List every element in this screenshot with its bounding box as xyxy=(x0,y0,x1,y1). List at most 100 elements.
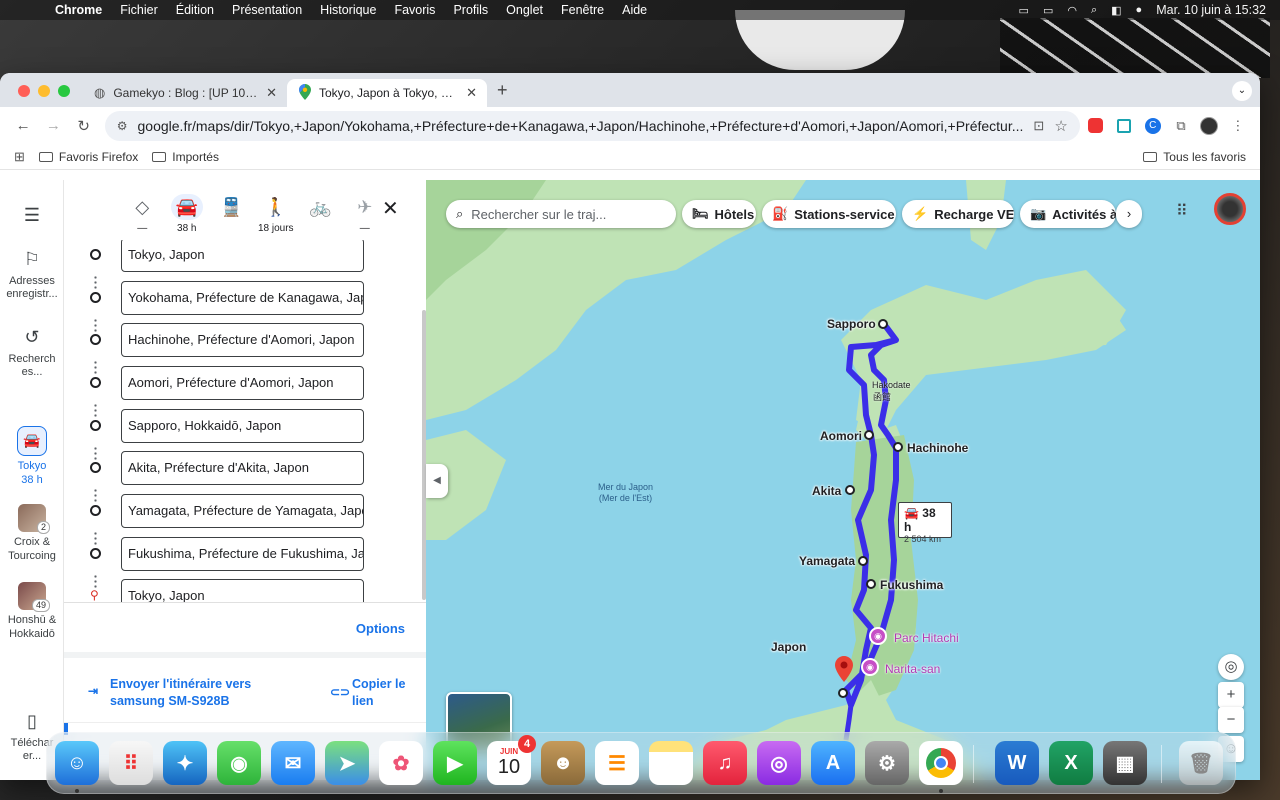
zoom-window-button[interactable] xyxy=(58,85,70,97)
menu-file[interactable]: Fichier xyxy=(111,3,167,17)
menu-help[interactable]: Aide xyxy=(613,3,656,17)
city-label-yamagata[interactable]: Yamagata xyxy=(799,554,855,568)
adblock-extension-icon[interactable] xyxy=(1084,113,1108,139)
mode-walk[interactable]: 🚶 18 jours xyxy=(254,194,299,238)
waypoint-marker[interactable] xyxy=(845,485,855,495)
menu-bookmarks[interactable]: Favoris xyxy=(385,3,444,17)
calendar-icon[interactable]: JUIN 10 4 xyxy=(487,735,536,785)
chrome-app-icon[interactable] xyxy=(919,741,963,785)
maps-app-icon[interactable]: ➤ xyxy=(325,741,369,785)
menu-edit[interactable]: Édition xyxy=(167,3,223,17)
collapse-panel-chevron-icon[interactable]: ◀ xyxy=(426,464,448,498)
spotlight-search-icon[interactable]: ⌕ xyxy=(1091,4,1097,17)
waypoint-input[interactable]: Aomori, Préfecture d'Aomori, Japon xyxy=(121,366,364,400)
forward-arrow-icon[interactable]: → xyxy=(40,112,66,140)
system-settings-icon[interactable]: ⚙ xyxy=(865,741,909,785)
install-app-icon[interactable]: ⊡ xyxy=(1033,118,1044,134)
bookmark-star-icon[interactable]: ☆ xyxy=(1054,117,1067,135)
map-canvas[interactable]: ⌕ Rechercher sur le traj... 🛏 Hôtels ⛽ S… xyxy=(426,180,1260,780)
current-trip-button[interactable]: 🚘 Tokyo 38 h xyxy=(0,426,64,488)
options-button[interactable]: Options xyxy=(356,621,405,636)
chip-gas-stations[interactable]: ⛽ Stations-service xyxy=(762,200,896,228)
bookmark-folder-imported[interactable]: Importés xyxy=(152,150,219,164)
tab-gamekyo[interactable]: ◍ Gamekyo : Blog : [UP 10/06] I ✕ xyxy=(82,79,287,107)
menu-clock[interactable]: Mar. 10 juin à 15:32 xyxy=(1156,3,1266,17)
apps-grid-icon[interactable]: ⊞ xyxy=(14,149,25,165)
tab-search-chevron-icon[interactable]: ⌄ xyxy=(1232,81,1252,101)
control-center-icon[interactable]: ◧ xyxy=(1111,4,1121,17)
contacts-icon[interactable]: ☻ xyxy=(541,741,585,785)
tab-google-maps[interactable]: Tokyo, Japon à Tokyo, Japon ✕ xyxy=(287,79,487,107)
c-extension-icon[interactable]: C xyxy=(1141,113,1165,139)
calculator-icon[interactable]: ▦ xyxy=(1103,741,1147,785)
copy-link-button[interactable]: ⊂⊃ Copier le lien xyxy=(330,676,410,710)
mode-bike[interactable]: 🚲 xyxy=(298,194,343,238)
facetime-icon[interactable]: ▶ xyxy=(433,741,477,785)
reload-icon[interactable]: ↻ xyxy=(71,112,97,140)
google-apps-icon[interactable]: ⠿ xyxy=(1176,201,1188,221)
back-arrow-icon[interactable]: ← xyxy=(10,112,36,140)
close-tab-icon[interactable]: ✕ xyxy=(266,85,277,101)
close-directions-icon[interactable]: ✕ xyxy=(382,196,399,221)
city-label-fukushima[interactable]: Fukushima xyxy=(880,578,943,592)
mode-flight[interactable]: ✈ — xyxy=(343,194,388,238)
battery-icon[interactable]: ▭ xyxy=(1043,4,1053,17)
chrome-menu-icon[interactable]: ⋮ xyxy=(1226,113,1250,139)
zoom-in-button[interactable]: + xyxy=(1218,682,1244,708)
podcasts-icon[interactable]: ◎ xyxy=(757,741,801,785)
bookmark-folder-all[interactable]: Tous les favoris xyxy=(1143,150,1246,164)
waypoint-input[interactable]: Fukushima, Préfecture de Fukushima, Japo… xyxy=(121,537,364,571)
mode-best[interactable]: ◇ — xyxy=(120,194,165,238)
close-window-button[interactable] xyxy=(18,85,30,97)
poi-camera-icon[interactable]: ◉ xyxy=(861,658,879,676)
saved-places-button[interactable]: ⚐ Adresses enregistr... xyxy=(0,248,64,302)
waypoint-input[interactable]: Sapporo, Hokkaidō, Japon xyxy=(121,409,364,443)
my-location-icon[interactable]: ◎ xyxy=(1218,654,1244,680)
siri-icon[interactable]: ● xyxy=(1136,4,1143,16)
save-extension-icon[interactable] xyxy=(1112,113,1136,139)
trash-icon[interactable]: 🗑 xyxy=(1179,741,1223,785)
route-summary-badge[interactable]: 🚘 38 h 2 504 km xyxy=(898,502,952,544)
profile-avatar[interactable] xyxy=(1197,113,1221,139)
waypoint-input[interactable]: Yamagata, Préfecture de Yamagata, Japon xyxy=(121,494,364,528)
poi-parc-hitachi[interactable]: Parc Hitachi xyxy=(894,631,959,645)
city-label-sapporo[interactable]: Sapporo xyxy=(827,317,876,331)
mode-car[interactable]: 🚘 38 h xyxy=(165,194,210,238)
waypoint-marker[interactable] xyxy=(858,556,868,566)
site-settings-icon[interactable]: ⚙ xyxy=(117,119,128,133)
poi-narita-san[interactable]: Narita-san xyxy=(885,662,940,676)
account-avatar[interactable] xyxy=(1214,193,1246,225)
excel-icon[interactable]: X xyxy=(1049,741,1093,785)
menu-profiles[interactable]: Profils xyxy=(444,3,497,17)
zoom-out-button[interactable]: − xyxy=(1218,707,1244,733)
menu-button[interactable]: ☰ xyxy=(0,204,64,231)
address-bar[interactable]: ⚙ google.fr/maps/dir/Tokyo,+Japon/Yokoha… xyxy=(104,110,1080,141)
recent-button[interactable]: ↺ Recherch es... xyxy=(0,326,64,380)
city-label-akita[interactable]: Akita xyxy=(812,484,841,498)
along-route-search[interactable]: ⌕ Rechercher sur le traj... xyxy=(446,200,676,228)
waypoint-marker[interactable] xyxy=(893,442,903,452)
word-icon[interactable]: W xyxy=(995,741,1039,785)
new-tab-button[interactable]: + xyxy=(487,80,518,107)
menu-history[interactable]: Historique xyxy=(311,3,385,17)
waypoint-input[interactable]: Yokohama, Préfecture de Kanagawa, Japon xyxy=(121,281,364,315)
waypoint-marker[interactable] xyxy=(864,430,874,440)
bookmark-folder-firefox[interactable]: Favoris Firefox xyxy=(38,150,138,164)
send-to-phone-button[interactable]: ⇥ Envoyer l'itinéraire vers samsung SM-S… xyxy=(88,676,258,710)
waypoint-input[interactable]: Tokyo, Japon xyxy=(121,579,364,602)
chips-next-arrow-icon[interactable]: › xyxy=(1116,200,1142,228)
waypoint-input[interactable]: Akita, Préfecture d'Akita, Japon xyxy=(121,451,364,485)
reminders-icon[interactable]: ☰ xyxy=(595,741,639,785)
extensions-puzzle-icon[interactable]: ⧉ xyxy=(1169,113,1193,139)
recent-search-croix[interactable]: 2 Croix & Tourcoing xyxy=(0,504,64,564)
wifi-icon[interactable]: ◠ xyxy=(1067,4,1077,17)
app-store-icon[interactable]: A xyxy=(811,741,855,785)
city-label-hachinohe[interactable]: Hachinohe xyxy=(907,441,968,455)
waypoint-input[interactable]: Hachinohe, Préfecture d'Aomori, Japon xyxy=(121,323,364,357)
menu-tab[interactable]: Onglet xyxy=(497,3,552,17)
notes-icon[interactable] xyxy=(649,741,693,785)
mode-transit[interactable]: 🚆 xyxy=(209,194,254,238)
menu-window[interactable]: Fenêtre xyxy=(552,3,613,17)
chip-hotels[interactable]: 🛏 Hôtels xyxy=(682,200,756,228)
chip-ev-charging[interactable]: ⚡ Recharge VE xyxy=(902,200,1014,228)
